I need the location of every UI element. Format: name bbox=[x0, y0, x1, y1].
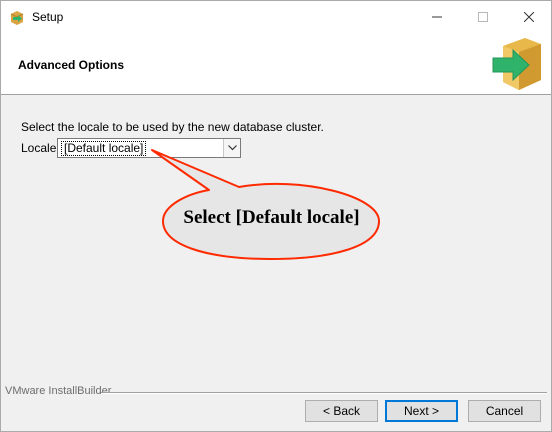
wizard-header: Advanced Options bbox=[1, 32, 551, 95]
back-button[interactable]: < Back bbox=[305, 400, 378, 422]
footer-brand: VMware InstallBuilder bbox=[5, 385, 115, 397]
page-title: Advanced Options bbox=[18, 58, 125, 72]
locale-selected-value: [Default locale] bbox=[61, 141, 147, 156]
callout-bubble bbox=[151, 149, 380, 260]
callout-text: Select [Default locale] bbox=[183, 207, 360, 228]
app-icon bbox=[9, 9, 25, 25]
minimize-button[interactable] bbox=[414, 1, 460, 32]
installer-box-arrow-icon bbox=[491, 36, 543, 92]
locale-prompt: Select the locale to be used by the new … bbox=[21, 120, 324, 134]
window-title: Setup bbox=[32, 10, 64, 24]
next-button[interactable]: Next > bbox=[385, 400, 458, 422]
locale-select[interactable]: [Default locale] bbox=[57, 138, 241, 158]
close-button[interactable] bbox=[506, 1, 551, 32]
maximize-button[interactable] bbox=[460, 1, 506, 32]
setup-window: Setup Advanced Options Select the locale… bbox=[0, 0, 552, 432]
locale-label: Locale bbox=[21, 141, 57, 155]
cancel-button[interactable]: Cancel bbox=[468, 400, 541, 422]
chevron-down-icon[interactable] bbox=[223, 139, 240, 157]
title-bar: Setup bbox=[1, 1, 551, 32]
footer-divider bbox=[101, 392, 547, 394]
